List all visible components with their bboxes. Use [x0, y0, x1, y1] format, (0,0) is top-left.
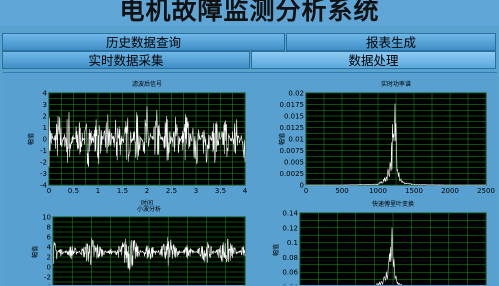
y-tick-label: -2	[40, 159, 47, 167]
y-tick-label: 3	[43, 101, 47, 109]
y-tick-label: -1	[40, 147, 47, 155]
chart-title: 快速傅里叶变换	[372, 200, 414, 208]
x-tick-label: 0	[47, 187, 51, 195]
y-tick-label: -3	[40, 170, 47, 178]
x-tick-label: 1500	[405, 187, 423, 195]
y-tick-label: -2	[44, 274, 51, 282]
chart-title: 实时功率谱	[381, 80, 411, 88]
y-tick-label: 0	[43, 136, 47, 144]
chart-title: 小波分析	[137, 205, 161, 213]
x-tick-label: 2500	[477, 187, 495, 195]
y-tick-label: 0.02	[288, 90, 304, 98]
y-tick-label: 10	[42, 214, 51, 222]
x-tick-label: 500	[335, 187, 348, 195]
y-axis-label: 幅值	[272, 244, 280, 256]
y-tick-label: 1	[43, 124, 47, 132]
y-tick-label: 0.1	[287, 239, 298, 247]
x-tick-label: 2.5	[166, 187, 177, 195]
x-tick-label: 2000	[441, 187, 459, 195]
y-tick-label: 0.06	[282, 269, 298, 277]
y-tick-label: 0.0025	[280, 170, 305, 178]
y-tick-label: 4	[43, 90, 48, 98]
x-tick-label: 2	[145, 187, 149, 195]
x-tick-label: 1.5	[117, 187, 128, 195]
x-tick-label: 1000	[369, 187, 387, 195]
y-tick-label: 0.0175	[280, 101, 305, 109]
y-tick-label: 0.015	[284, 113, 304, 121]
y-tick-label: 2	[47, 254, 51, 262]
y-tick-label: 0	[47, 264, 51, 272]
x-tick-label: 0	[304, 187, 308, 195]
y-tick-label: 0.0125	[280, 124, 305, 132]
y-axis-label: 幅值	[31, 246, 39, 258]
y-tick-label: 0.08	[282, 254, 298, 262]
x-tick-label: 4	[243, 187, 248, 195]
y-tick-label: 4	[47, 244, 52, 252]
y-tick-label: 2	[43, 113, 47, 121]
y-tick-label: 0.0075	[280, 147, 305, 155]
charts-canvas: 43210-1-2-3-40 0.5 1 1.5 2 2.5 3 3.5 4滤波后信号时间幅值0…	[27, 80, 495, 285]
y-axis-label: 幅值	[27, 133, 35, 145]
y-tick-label: 6	[47, 234, 52, 242]
x-tick-label: 1	[96, 187, 100, 195]
chart-title: 滤波后信号	[132, 80, 162, 88]
y-tick-label: 0.12	[282, 224, 298, 232]
x-tick-label: 0.5	[68, 187, 79, 195]
y-tick-label: 0.14	[282, 210, 298, 218]
x-tick-label: 3.5	[215, 187, 226, 195]
y-tick-label: 0.01	[288, 136, 304, 144]
y-tick-label: 0.005	[284, 159, 304, 167]
y-tick-label: 8	[47, 224, 51, 232]
x-tick-label: 3	[194, 187, 198, 195]
y-axis-label: 幅值	[278, 133, 286, 145]
